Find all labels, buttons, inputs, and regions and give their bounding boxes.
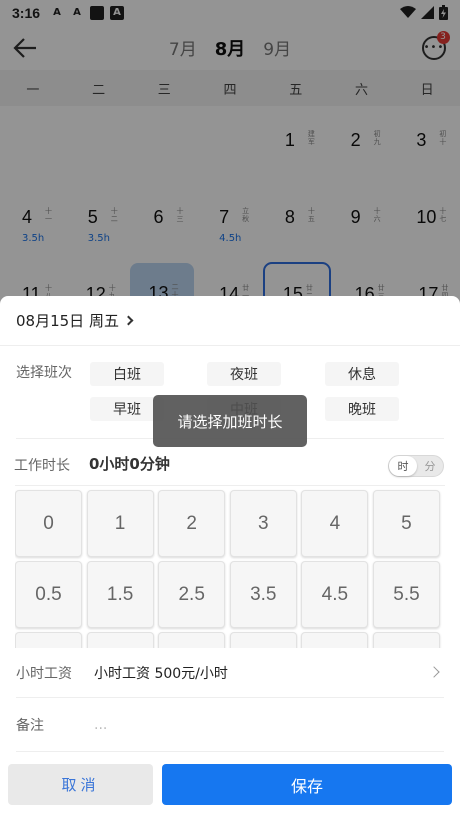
keypad-grid: 0 1 2 3 4 5 0.5 1.5 2.5 3.5 4.5 5.5 xyxy=(15,486,445,648)
keypad-key[interactable]: 0.5 xyxy=(15,561,82,628)
shift-option-night[interactable]: 夜班 xyxy=(207,362,281,386)
keypad-key[interactable] xyxy=(86,632,154,648)
hourly-wage-label: 小时工资 xyxy=(16,666,72,682)
toggle-hour-option[interactable]: 时 xyxy=(389,456,417,476)
hourly-wage-value: 小时工资 500元/小时 xyxy=(94,666,228,682)
sheet-date-title[interactable]: 08月15日 周五 xyxy=(16,310,134,331)
keypad-key[interactable] xyxy=(158,632,226,648)
duration-label: 工作时长 xyxy=(14,458,70,474)
divider xyxy=(0,345,460,346)
app-screen: 3:16 A A A 7月 8月 9月 ••• 3 一 二 三 四 五 六 日 xyxy=(0,0,460,817)
keypad-key[interactable]: 2.5 xyxy=(158,561,226,628)
keypad-key[interactable]: 3.5 xyxy=(229,561,297,628)
toast-message: 请选择加班时长 xyxy=(153,395,307,447)
keypad-key[interactable]: 4 xyxy=(301,490,369,557)
duration-value: 0小时0分钟 xyxy=(89,455,170,473)
keypad-key[interactable]: 1 xyxy=(86,490,154,557)
note-input[interactable]: ... xyxy=(94,717,107,733)
chevron-right-icon xyxy=(123,315,134,326)
divider xyxy=(16,751,444,752)
keypad-key[interactable]: 5 xyxy=(372,490,440,557)
shift-option-day[interactable]: 白班 xyxy=(90,362,164,386)
shift-option-rest[interactable]: 休息 xyxy=(325,362,399,386)
shift-option-evening[interactable]: 晚班 xyxy=(325,397,399,421)
divider xyxy=(16,697,444,698)
shift-edit-sheet: 08月15日 周五 选择班次 白班 夜班 休息 早班 中班 晚班 工作时长 0小… xyxy=(0,296,460,817)
toggle-minute-option[interactable]: 分 xyxy=(417,458,443,474)
save-button[interactable]: 保存 xyxy=(162,764,452,805)
note-row: 备注 ... xyxy=(16,700,444,750)
hour-minute-toggle[interactable]: 时 分 xyxy=(388,455,444,477)
keypad-key[interactable]: 3 xyxy=(229,490,297,557)
keypad-key[interactable] xyxy=(301,632,369,648)
shift-label: 选择班次 xyxy=(16,365,72,381)
keypad-key[interactable] xyxy=(229,632,297,648)
keypad-key[interactable] xyxy=(372,632,440,648)
keypad-key[interactable]: 4.5 xyxy=(301,561,369,628)
keypad-key[interactable]: 5.5 xyxy=(372,561,440,628)
cancel-button[interactable]: 取消 xyxy=(8,764,153,805)
keypad-key[interactable] xyxy=(15,632,82,648)
chevron-right-icon xyxy=(428,666,440,678)
keypad-key[interactable]: 2 xyxy=(158,490,226,557)
hourly-wage-row[interactable]: 小时工资 小时工资 500元/小时 xyxy=(16,648,444,698)
note-label: 备注 xyxy=(16,718,44,734)
hours-keypad: 0 1 2 3 4 5 0.5 1.5 2.5 3.5 4.5 5.5 xyxy=(15,485,445,648)
keypad-key[interactable]: 1.5 xyxy=(86,561,154,628)
sheet-date-text: 08月15日 周五 xyxy=(16,312,119,330)
keypad-key[interactable]: 0 xyxy=(15,490,82,557)
